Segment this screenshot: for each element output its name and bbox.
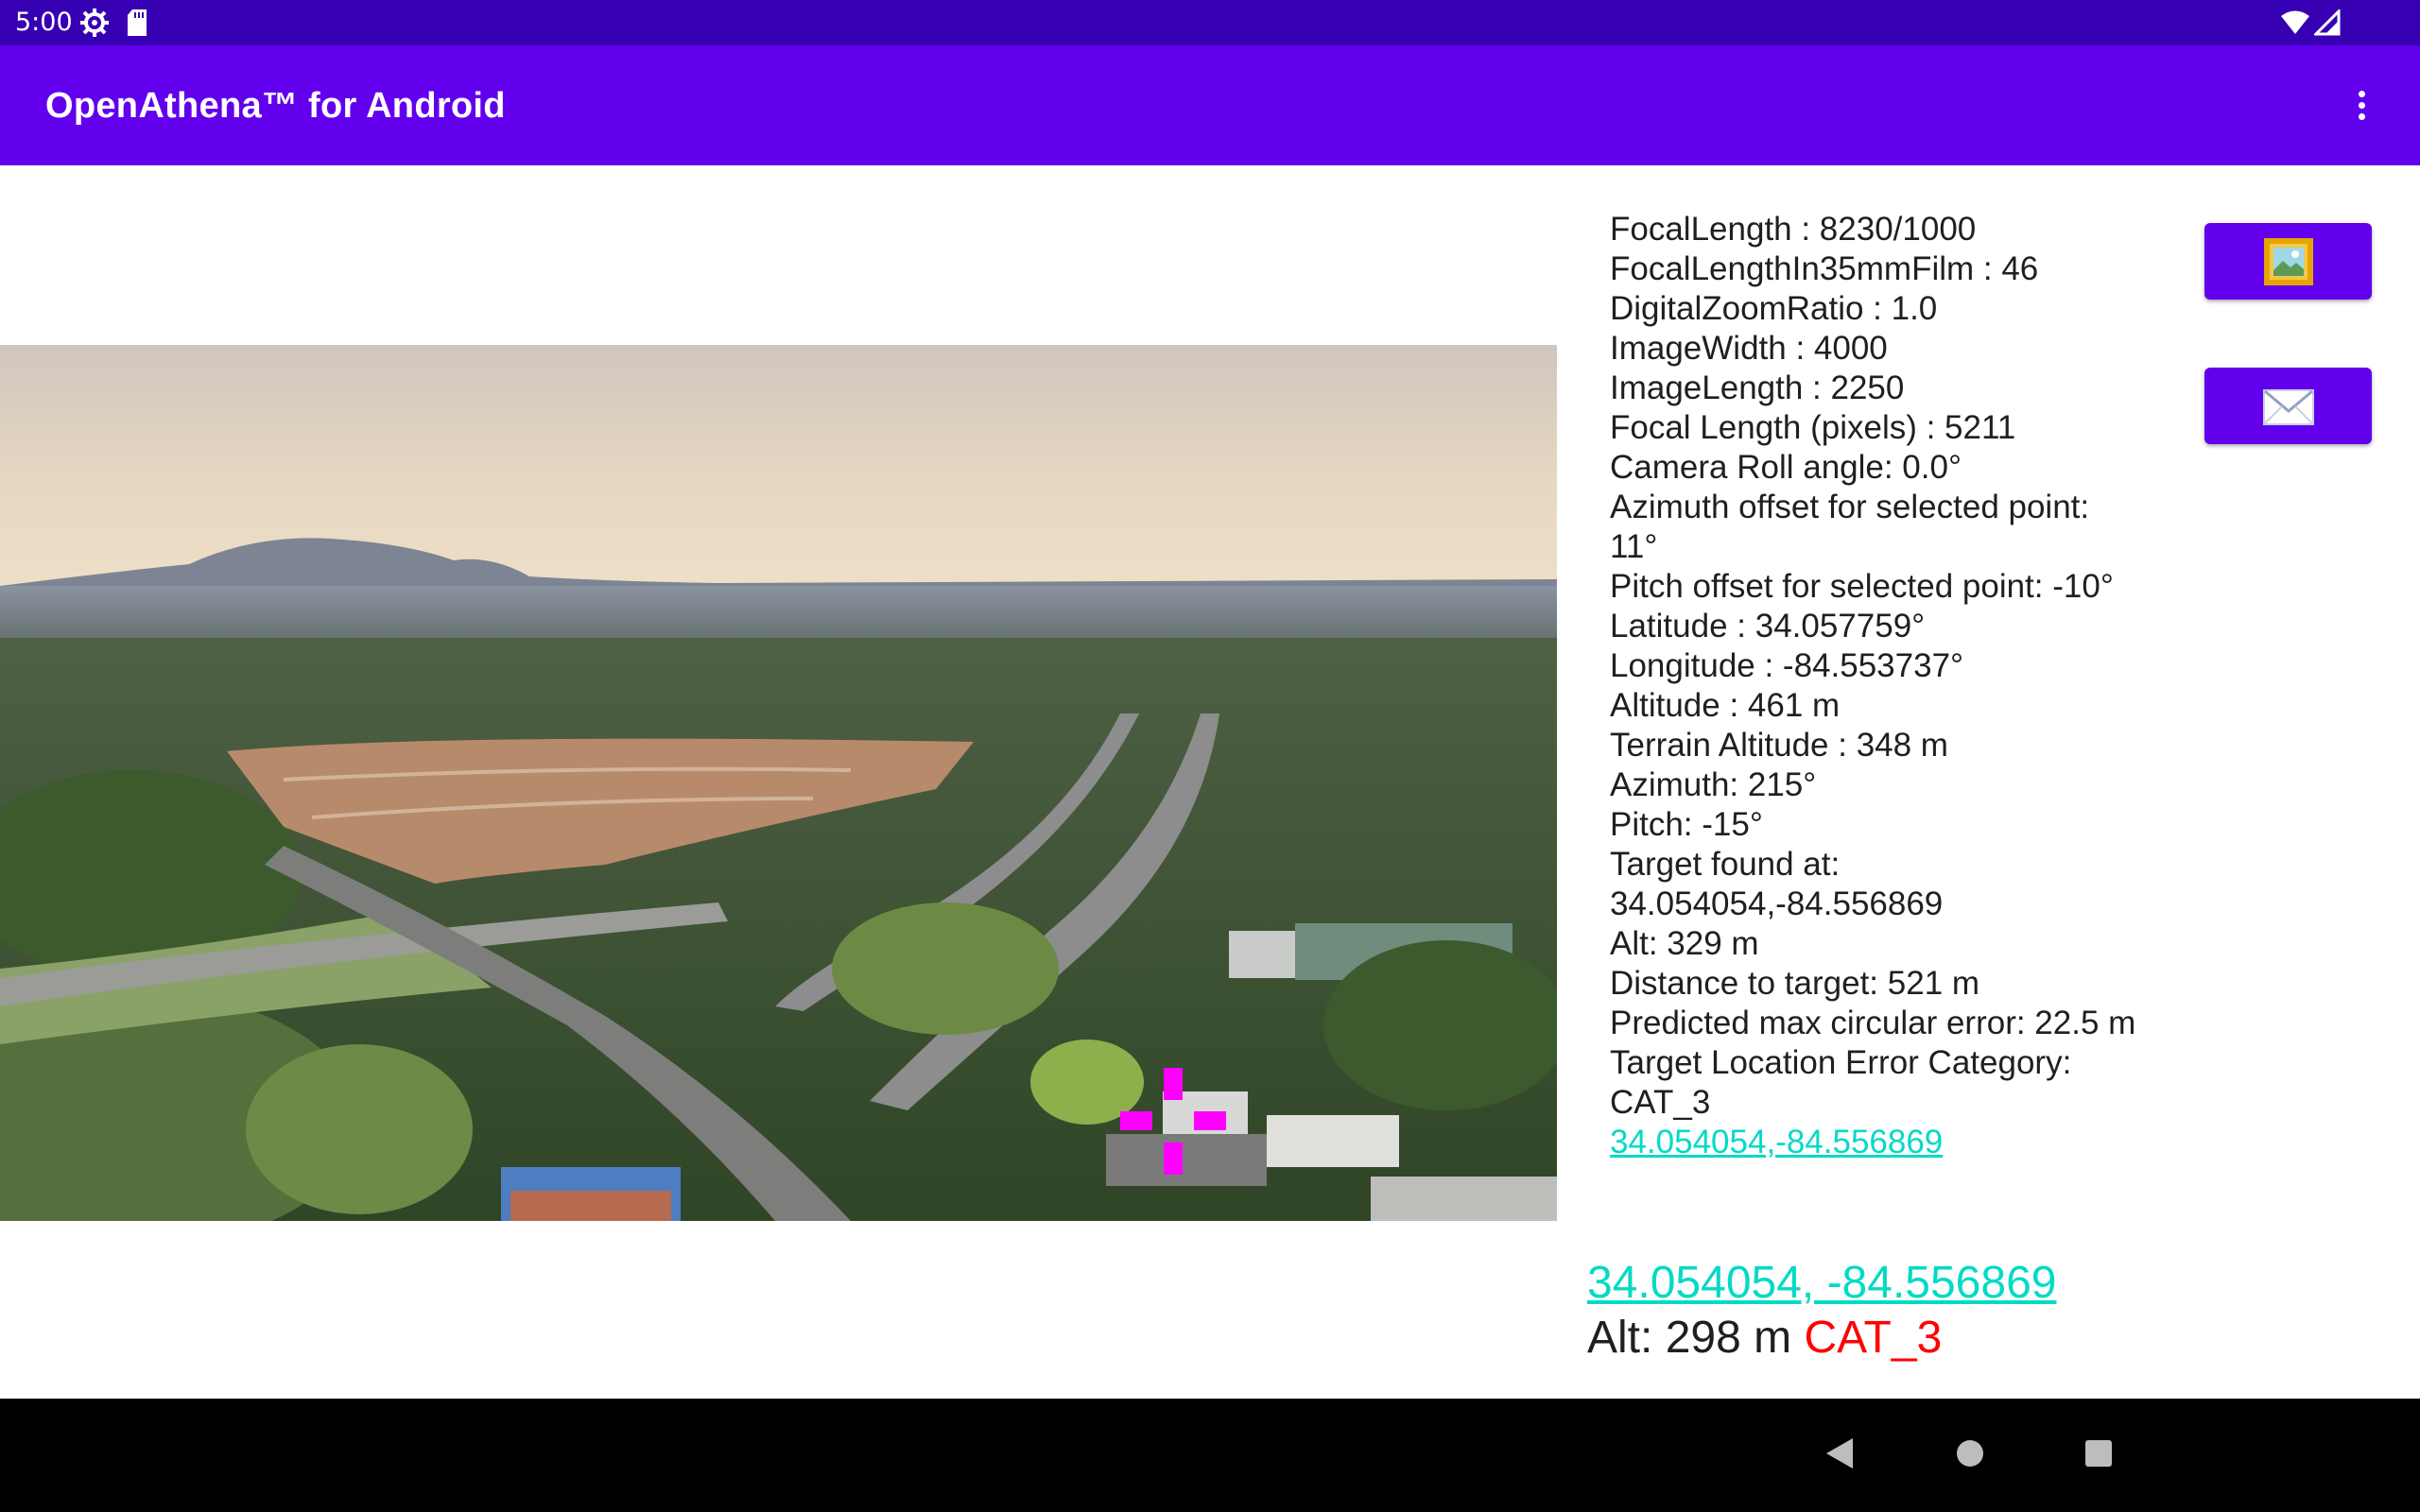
info-line: Latitude : 34.057759°	[1610, 608, 1926, 644]
gear-icon	[79, 8, 110, 42]
navigation-bar	[0, 1399, 2420, 1512]
signal-icon	[2312, 8, 2341, 40]
back-icon[interactable]	[1823, 1435, 1857, 1476]
wifi-icon	[2280, 9, 2310, 40]
info-line: Predicted max circular error: 22.5 m	[1610, 1005, 2136, 1041]
info-line: DigitalZoomRatio : 1.0	[1610, 290, 1938, 327]
result-category: CAT_3	[1804, 1313, 1943, 1363]
info-line: Altitude : 461 m	[1610, 687, 1841, 724]
info-line: ImageLength : 2250	[1610, 369, 1905, 406]
info-line: 34.054054,-84.556869	[1610, 885, 1944, 922]
info-line: Azimuth: 215°	[1610, 766, 1817, 803]
info-line: Azimuth offset for selected point:	[1610, 489, 2090, 525]
app-bar: OpenAthena™ for Android	[0, 45, 2420, 165]
info-line: Alt: 329 m	[1610, 925, 1759, 962]
app-title: OpenAthena™ for Android	[45, 86, 506, 126]
status-time: 5:00	[15, 8, 73, 37]
target-coords-link[interactable]: 34.054054,-84.556869	[1610, 1123, 2177, 1162]
info-line: FocalLength : 8230/1000	[1610, 211, 1977, 248]
info-line: Distance to target: 521 m	[1610, 965, 1980, 1002]
recents-icon[interactable]	[2080, 1435, 2118, 1476]
info-line: FocalLengthIn35mmFilm : 46	[1610, 250, 2039, 287]
exif-info-panel: FocalLength : 8230/1000 FocalLengthIn35m…	[1610, 210, 2177, 1162]
info-line: Pitch offset for selected point: -10°	[1610, 568, 2114, 605]
sd-card-icon	[125, 8, 149, 42]
info-line: Camera Roll angle: 0.0°	[1610, 449, 1962, 486]
info-line: CAT_3	[1610, 1084, 1711, 1121]
aerial-photo[interactable]	[0, 345, 1557, 1221]
status-bar: 5:00	[0, 0, 2420, 45]
result-coordinates-link[interactable]: 34.054054, -84.556869	[1587, 1257, 2056, 1310]
image-icon	[2264, 238, 2313, 285]
result-altitude: Alt: 298 m CAT_3	[1587, 1312, 1942, 1365]
info-line: Target found at:	[1610, 846, 1841, 883]
info-line: Terrain Altitude : 348 m	[1610, 727, 1948, 764]
info-line: Pitch: -15°	[1610, 806, 1763, 843]
info-line: 11°	[1610, 528, 1658, 565]
info-line: Longitude : -84.553737°	[1610, 647, 1964, 684]
info-line: Target Location Error Category:	[1610, 1044, 2072, 1081]
more-vert-icon[interactable]	[2344, 83, 2378, 129]
info-line: Focal Length (pixels) : 5211	[1610, 409, 2016, 446]
envelope-icon	[2263, 389, 2314, 425]
select-image-button[interactable]	[2204, 223, 2372, 300]
info-line: ImageWidth : 4000	[1610, 330, 1888, 367]
send-button[interactable]	[2204, 368, 2372, 444]
result-alt-value: Alt: 298 m	[1587, 1313, 1792, 1363]
home-icon[interactable]	[1951, 1435, 1989, 1476]
